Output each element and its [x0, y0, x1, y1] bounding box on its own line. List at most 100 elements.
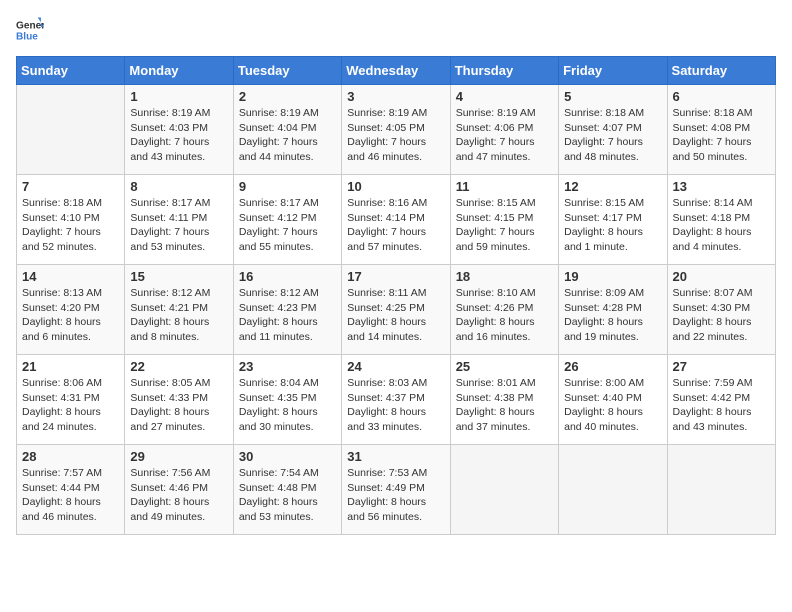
calendar-cell: 15 Sunrise: 8:12 AMSunset: 4:21 PMDayligh… [125, 265, 233, 355]
calendar-cell: 29 Sunrise: 7:56 AMSunset: 4:46 PMDayligh… [125, 445, 233, 535]
calendar-cell: 18Sunrise: 8:10 AMSunset: 4:26 PMDayligh… [450, 265, 558, 355]
day-number: 17 [347, 269, 444, 284]
day-number: 28 [22, 449, 119, 464]
day-info: Sunrise: 8:15 AMSunset: 4:17 PMDaylight:… [564, 196, 661, 255]
calendar-cell: 11 Sunrise: 8:15 AMSunset: 4:15 PMDayligh… [450, 175, 558, 265]
day-info: Sunrise: 8:00 AMSunset: 4:40 PMDaylight:… [564, 376, 661, 435]
calendar-cell: 22 Sunrise: 8:05 AMSunset: 4:33 PMDayligh… [125, 355, 233, 445]
day-info: Sunrise: 8:18 AMSunset: 4:08 PMDaylight:… [673, 106, 770, 165]
day-info: Sunrise: 8:12 AMSunset: 4:21 PMDaylight:… [130, 286, 227, 345]
calendar-table: SundayMondayTuesdayWednesdayThursdayFrid… [16, 56, 776, 535]
calendar-cell: 27Sunrise: 7:59 AMSunset: 4:42 PMDayligh… [667, 355, 775, 445]
day-number: 5 [564, 89, 661, 104]
calendar-cell: 12 Sunrise: 8:15 AMSunset: 4:17 PMDayligh… [559, 175, 667, 265]
weekday-header-tuesday: Tuesday [233, 57, 341, 85]
day-info: Sunrise: 7:57 AMSunset: 4:44 PMDaylight:… [22, 466, 119, 525]
day-info: Sunrise: 8:06 AMSunset: 4:31 PMDaylight:… [22, 376, 119, 435]
weekday-header-wednesday: Wednesday [342, 57, 450, 85]
day-number: 11 [456, 179, 553, 194]
day-info: Sunrise: 7:53 AMSunset: 4:49 PMDaylight:… [347, 466, 444, 525]
calendar-cell: 17 Sunrise: 8:11 AMSunset: 4:25 PMDayligh… [342, 265, 450, 355]
weekday-header-thursday: Thursday [450, 57, 558, 85]
day-number: 2 [239, 89, 336, 104]
calendar-cell: 25 Sunrise: 8:01 AMSunset: 4:38 PMDayligh… [450, 355, 558, 445]
day-number: 15 [130, 269, 227, 284]
calendar-cell: 21 Sunrise: 8:06 AMSunset: 4:31 PMDayligh… [17, 355, 125, 445]
day-number: 21 [22, 359, 119, 374]
svg-text:General: General [16, 20, 44, 31]
weekday-header-monday: Monday [125, 57, 233, 85]
day-number: 4 [456, 89, 553, 104]
day-number: 6 [673, 89, 770, 104]
day-number: 25 [456, 359, 553, 374]
day-number: 19 [564, 269, 661, 284]
day-number: 20 [673, 269, 770, 284]
weekday-header-sunday: Sunday [17, 57, 125, 85]
weekday-header-friday: Friday [559, 57, 667, 85]
calendar-week-row: 7Sunrise: 8:18 AMSunset: 4:10 PMDaylight… [17, 175, 776, 265]
day-info: Sunrise: 8:18 AMSunset: 4:10 PMDaylight:… [22, 196, 119, 255]
day-number: 27 [673, 359, 770, 374]
day-info: Sunrise: 8:15 AMSunset: 4:15 PMDaylight:… [456, 196, 553, 255]
calendar-cell: 13Sunrise: 8:14 AMSunset: 4:18 PMDayligh… [667, 175, 775, 265]
calendar-cell: 19 Sunrise: 8:09 AMSunset: 4:28 PMDayligh… [559, 265, 667, 355]
day-number: 16 [239, 269, 336, 284]
calendar-cell [17, 85, 125, 175]
calendar-week-row: 21 Sunrise: 8:06 AMSunset: 4:31 PMDayligh… [17, 355, 776, 445]
day-info: Sunrise: 8:05 AMSunset: 4:33 PMDaylight:… [130, 376, 227, 435]
calendar-cell: 8 Sunrise: 8:17 AMSunset: 4:11 PMDaylight… [125, 175, 233, 265]
day-info: Sunrise: 8:19 AMSunset: 4:05 PMDaylight:… [347, 106, 444, 165]
calendar-cell: 4 Sunrise: 8:19 AMSunset: 4:06 PMDaylight… [450, 85, 558, 175]
day-number: 30 [239, 449, 336, 464]
calendar-cell: 3 Sunrise: 8:19 AMSunset: 4:05 PMDaylight… [342, 85, 450, 175]
day-number: 1 [130, 89, 227, 104]
day-number: 22 [130, 359, 227, 374]
day-number: 26 [564, 359, 661, 374]
calendar-cell: 10Sunrise: 8:16 AMSunset: 4:14 PMDayligh… [342, 175, 450, 265]
day-number: 12 [564, 179, 661, 194]
day-info: Sunrise: 7:56 AMSunset: 4:46 PMDaylight:… [130, 466, 227, 525]
calendar-week-row: 28 Sunrise: 7:57 AMSunset: 4:44 PMDayligh… [17, 445, 776, 535]
calendar-cell: 26 Sunrise: 8:00 AMSunset: 4:40 PMDayligh… [559, 355, 667, 445]
day-info: Sunrise: 8:17 AMSunset: 4:11 PMDaylight:… [130, 196, 227, 255]
day-info: Sunrise: 8:12 AMSunset: 4:23 PMDaylight:… [239, 286, 336, 345]
calendar-cell: 20 Sunrise: 8:07 AMSunset: 4:30 PMDayligh… [667, 265, 775, 355]
day-info: Sunrise: 8:04 AMSunset: 4:35 PMDaylight:… [239, 376, 336, 435]
calendar-cell: 16 Sunrise: 8:12 AMSunset: 4:23 PMDayligh… [233, 265, 341, 355]
day-number: 29 [130, 449, 227, 464]
page-header: General Blue [16, 16, 776, 44]
weekday-header-saturday: Saturday [667, 57, 775, 85]
calendar-cell: 2 Sunrise: 8:19 AMSunset: 4:04 PMDaylight… [233, 85, 341, 175]
calendar-week-row: 1 Sunrise: 8:19 AMSunset: 4:03 PMDaylight… [17, 85, 776, 175]
calendar-week-row: 14Sunrise: 8:13 AMSunset: 4:20 PMDayligh… [17, 265, 776, 355]
calendar-cell: 14Sunrise: 8:13 AMSunset: 4:20 PMDayligh… [17, 265, 125, 355]
day-info: Sunrise: 8:01 AMSunset: 4:38 PMDaylight:… [456, 376, 553, 435]
day-number: 18 [456, 269, 553, 284]
day-number: 10 [347, 179, 444, 194]
calendar-cell: 24Sunrise: 8:03 AMSunset: 4:37 PMDayligh… [342, 355, 450, 445]
day-info: Sunrise: 8:19 AMSunset: 4:03 PMDaylight:… [130, 106, 227, 165]
day-info: Sunrise: 8:09 AMSunset: 4:28 PMDaylight:… [564, 286, 661, 345]
calendar-cell: 28 Sunrise: 7:57 AMSunset: 4:44 PMDayligh… [17, 445, 125, 535]
calendar-cell: 5 Sunrise: 8:18 AMSunset: 4:07 PMDaylight… [559, 85, 667, 175]
calendar-cell: 9Sunrise: 8:17 AMSunset: 4:12 PMDaylight… [233, 175, 341, 265]
calendar-cell: 6 Sunrise: 8:18 AMSunset: 4:08 PMDaylight… [667, 85, 775, 175]
calendar-cell: 30 Sunrise: 7:54 AMSunset: 4:48 PMDayligh… [233, 445, 341, 535]
day-number: 8 [130, 179, 227, 194]
day-number: 13 [673, 179, 770, 194]
day-info: Sunrise: 8:19 AMSunset: 4:04 PMDaylight:… [239, 106, 336, 165]
day-number: 31 [347, 449, 444, 464]
logo: General Blue [16, 16, 44, 44]
calendar-cell: 7Sunrise: 8:18 AMSunset: 4:10 PMDaylight… [17, 175, 125, 265]
day-info: Sunrise: 8:18 AMSunset: 4:07 PMDaylight:… [564, 106, 661, 165]
logo-icon: General Blue [16, 16, 44, 44]
day-info: Sunrise: 8:07 AMSunset: 4:30 PMDaylight:… [673, 286, 770, 345]
day-number: 14 [22, 269, 119, 284]
day-info: Sunrise: 8:19 AMSunset: 4:06 PMDaylight:… [456, 106, 553, 165]
day-info: Sunrise: 7:54 AMSunset: 4:48 PMDaylight:… [239, 466, 336, 525]
weekday-header-row: SundayMondayTuesdayWednesdayThursdayFrid… [17, 57, 776, 85]
day-info: Sunrise: 8:11 AMSunset: 4:25 PMDaylight:… [347, 286, 444, 345]
calendar-cell: 23Sunrise: 8:04 AMSunset: 4:35 PMDayligh… [233, 355, 341, 445]
svg-text:Blue: Blue [16, 31, 38, 42]
day-number: 3 [347, 89, 444, 104]
